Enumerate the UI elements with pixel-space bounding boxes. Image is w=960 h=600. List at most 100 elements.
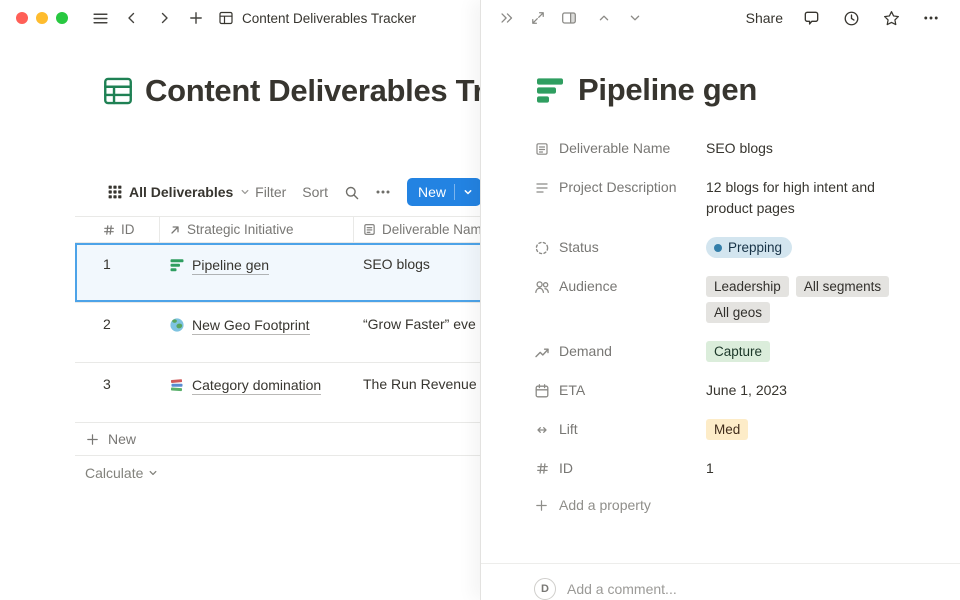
- record-title-row: Pipeline gen: [534, 72, 922, 108]
- books-icon: [169, 377, 185, 393]
- record-detail: Pipeline gen Deliverable Name SEO blogs …: [481, 36, 960, 547]
- cell-id[interactable]: 1: [75, 243, 159, 302]
- property-value[interactable]: SEO blogs: [706, 138, 922, 159]
- titlebar: Content Deliverables Tracker: [0, 0, 481, 36]
- property-row-audience[interactable]: Audience Leadership All segments All geo…: [534, 267, 922, 332]
- status-tag[interactable]: Prepping: [706, 237, 792, 258]
- audience-tag[interactable]: Leadership: [706, 276, 789, 297]
- side-peek-mode-button[interactable]: [558, 7, 580, 29]
- history-button[interactable]: [840, 7, 863, 30]
- property-value[interactable]: Prepping: [706, 237, 922, 258]
- view-name: All Deliverables: [129, 184, 233, 200]
- record-title[interactable]: Pipeline gen: [578, 72, 757, 108]
- property-value[interactable]: 12 blogs for high intent and product pag…: [706, 177, 922, 219]
- next-record-button[interactable]: [625, 8, 645, 28]
- window-controls: [16, 12, 68, 24]
- lift-tag[interactable]: Med: [706, 419, 748, 440]
- page-link[interactable]: New Geo Footprint: [192, 316, 310, 335]
- new-tab-button[interactable]: [184, 6, 208, 30]
- table-row[interactable]: 1 Pipeline gen SEO blogs: [75, 243, 481, 303]
- add-property-button[interactable]: Add a property: [534, 488, 922, 522]
- arrows-horizontal-icon: [534, 422, 550, 438]
- column-header-strategic-initiative[interactable]: Strategic Initiative: [159, 217, 353, 242]
- add-row-button[interactable]: New: [75, 423, 481, 456]
- open-full-page-button[interactable]: [527, 7, 549, 29]
- property-value[interactable]: June 1, 2023: [706, 380, 922, 401]
- cell-strategic-initiative[interactable]: Pipeline gen: [159, 243, 353, 302]
- cell-id[interactable]: 3: [75, 363, 159, 422]
- view-tab-all-deliverables[interactable]: All Deliverables: [108, 178, 250, 206]
- status-tag-text: Prepping: [728, 237, 782, 258]
- cell-strategic-initiative[interactable]: New Geo Footprint: [159, 303, 353, 362]
- property-value[interactable]: Med: [706, 419, 922, 440]
- record-navigation: [594, 8, 645, 28]
- panel-more-button[interactable]: [920, 7, 942, 29]
- page-table-icon: [218, 10, 234, 26]
- breadcrumb-title: Content Deliverables Tracker: [242, 11, 416, 26]
- property-row-lift[interactable]: Lift Med: [534, 410, 922, 449]
- property-value[interactable]: 1: [706, 458, 922, 479]
- globe-icon: [169, 317, 185, 333]
- cell-deliverable-name[interactable]: “Grow Faster” eve: [353, 303, 481, 362]
- cell-id[interactable]: 2: [75, 303, 159, 362]
- text-value: SEO blogs: [706, 138, 773, 159]
- add-row-label: New: [108, 431, 136, 447]
- back-button[interactable]: [120, 6, 144, 30]
- people-icon: [534, 279, 550, 295]
- property-row-status[interactable]: Status Prepping: [534, 228, 922, 267]
- property-label-text: Project Description: [559, 177, 677, 198]
- status-dot-icon: [714, 244, 722, 252]
- comments-button[interactable]: [800, 7, 823, 30]
- search-button[interactable]: [344, 185, 359, 200]
- cell-deliverable-name[interactable]: SEO blogs: [353, 243, 481, 302]
- property-value[interactable]: Capture: [706, 341, 922, 362]
- breadcrumb[interactable]: Content Deliverables Tracker: [218, 10, 416, 26]
- table-row[interactable]: 2 New Geo Footprint “Grow Faster” eve: [75, 303, 481, 363]
- favorite-button[interactable]: [880, 7, 903, 30]
- minimize-window-button[interactable]: [36, 12, 48, 24]
- comment-input[interactable]: D Add a comment...: [481, 564, 960, 600]
- column-header-deliverable-name[interactable]: Deliverable Name: [353, 217, 481, 242]
- cell-strategic-initiative[interactable]: Category domination: [159, 363, 353, 422]
- new-record-button[interactable]: New: [407, 178, 481, 206]
- forward-button[interactable]: [152, 6, 176, 30]
- zoom-window-button[interactable]: [56, 12, 68, 24]
- cell-deliverable-name[interactable]: The Run Revenue S: [353, 363, 481, 422]
- close-peek-button[interactable]: [496, 7, 518, 29]
- property-label-text: Demand: [559, 341, 612, 362]
- property-value[interactable]: Leadership All segments All geos: [706, 276, 922, 323]
- text-value: 12 blogs for high intent and product pag…: [706, 177, 922, 219]
- share-button[interactable]: Share: [746, 10, 783, 26]
- previous-record-button[interactable]: [594, 8, 614, 28]
- side-peek-panel: Share Pipeline gen Deliverable Name: [480, 0, 960, 600]
- page-link[interactable]: Pipeline gen: [192, 256, 269, 275]
- property-row-demand[interactable]: Demand Capture: [534, 332, 922, 371]
- more-options-button[interactable]: [375, 184, 391, 200]
- audience-tag[interactable]: All segments: [796, 276, 889, 297]
- property-row-eta[interactable]: ETA June 1, 2023: [534, 371, 922, 410]
- bar-chart-icon: [534, 74, 566, 106]
- table-row[interactable]: 3 Category domination The Run Revenue S: [75, 363, 481, 423]
- table-header-row: ID Strategic Initiative Deliverable Name: [75, 216, 481, 243]
- property-row-id[interactable]: ID 1: [534, 449, 922, 488]
- bar-chart-icon: [169, 257, 185, 273]
- sort-button[interactable]: Sort: [302, 184, 328, 200]
- page-header: Content Deliverables Tracker: [101, 73, 481, 109]
- arrow-up-right-icon: [169, 224, 181, 236]
- page-link[interactable]: Category domination: [192, 376, 321, 395]
- audience-tag[interactable]: All geos: [706, 302, 770, 323]
- date-value: June 1, 2023: [706, 380, 787, 401]
- sidebar-toggle-button[interactable]: [88, 6, 112, 30]
- property-label: Lift: [534, 419, 706, 440]
- demand-tag[interactable]: Capture: [706, 341, 770, 362]
- property-row-deliverable-name[interactable]: Deliverable Name SEO blogs: [534, 129, 922, 168]
- property-label-text: Status: [559, 237, 599, 258]
- column-header-id[interactable]: ID: [75, 217, 159, 242]
- number-value: 1: [706, 458, 714, 479]
- calculate-button[interactable]: Calculate: [75, 465, 481, 481]
- close-window-button[interactable]: [16, 12, 28, 24]
- filter-button[interactable]: Filter: [255, 184, 286, 200]
- new-dropdown-chevron[interactable]: [455, 187, 481, 197]
- property-label: ETA: [534, 380, 706, 401]
- property-row-project-description[interactable]: Project Description 12 blogs for high in…: [534, 168, 922, 228]
